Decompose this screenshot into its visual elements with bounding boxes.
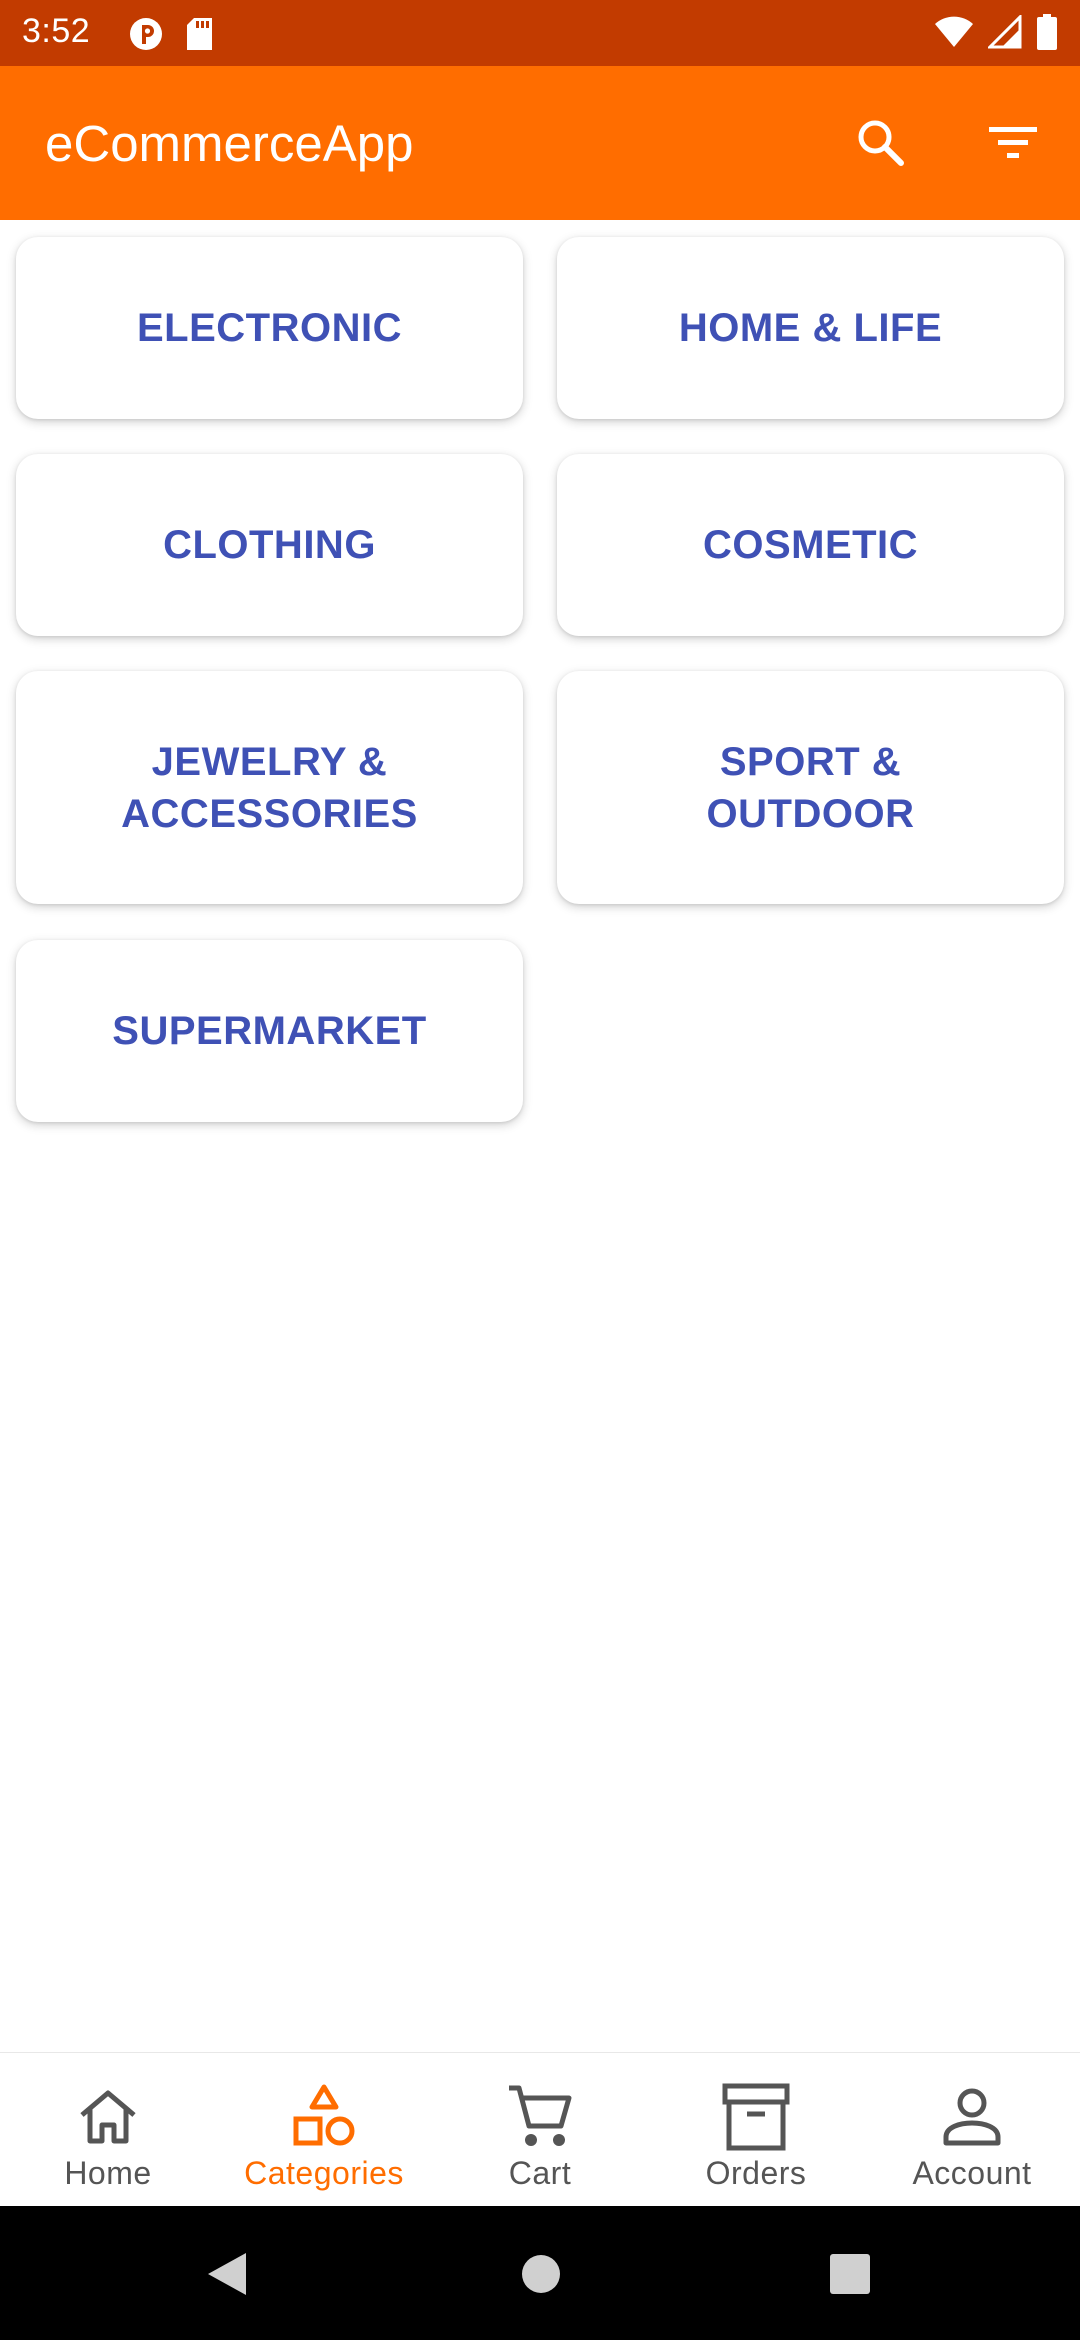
account-icon xyxy=(940,2081,1004,2153)
category-label: HOME & LIFE xyxy=(678,306,943,350)
filter-button[interactable] xyxy=(978,110,1048,180)
status-left-icons xyxy=(128,16,214,57)
app-bar: eCommerceApp xyxy=(0,66,1080,220)
nav-item-cart[interactable]: Cart xyxy=(432,2053,648,2207)
nav-item-categories[interactable]: Categories xyxy=(216,2053,432,2207)
nav-label: Orders xyxy=(705,2155,807,2191)
orders-icon xyxy=(721,2081,791,2153)
signal-icon xyxy=(986,13,1022,54)
back-icon xyxy=(202,2249,250,2304)
recents-square-icon xyxy=(828,2252,872,2301)
nav-label: Cart xyxy=(508,2155,572,2191)
category-label: SUPERMARKET xyxy=(112,1009,427,1053)
bottom-navigation: Home Categories Cart Orders Account xyxy=(0,2052,1080,2207)
category-label: CLOTHING xyxy=(163,523,376,567)
category-card-sport-outdoor[interactable]: SPORT & OUTDOOR xyxy=(557,671,1064,904)
nav-item-orders[interactable]: Orders xyxy=(648,2053,864,2207)
category-label: JEWELRY & ACCESSORIES xyxy=(121,739,418,836)
screen: 3:52 eCommerceApp ELECTRONIC HOME & LIFE… xyxy=(0,0,1080,2340)
search-button[interactable] xyxy=(846,110,916,180)
status-bar: 3:52 xyxy=(0,0,1080,66)
search-icon xyxy=(853,115,909,176)
cart-icon xyxy=(505,2081,575,2153)
filter-icon xyxy=(985,115,1041,176)
category-label: COSMETIC xyxy=(702,523,919,567)
category-card-jewelry-accessories[interactable]: JEWELRY & ACCESSORIES xyxy=(16,671,523,904)
category-card-supermarket[interactable]: SUPERMARKET xyxy=(16,940,523,1122)
home-icon xyxy=(76,2081,140,2153)
nav-label: Account xyxy=(912,2155,1032,2191)
category-card-clothing[interactable]: CLOTHING xyxy=(16,454,523,636)
battery-icon xyxy=(1036,14,1058,55)
back-button[interactable] xyxy=(196,2246,256,2306)
status-right-icons xyxy=(934,13,1058,55)
recents-button[interactable] xyxy=(820,2246,880,2306)
app-title: eCommerceApp xyxy=(45,115,414,172)
nav-item-account[interactable]: Account xyxy=(864,2053,1080,2207)
home-system-button[interactable] xyxy=(511,2246,571,2306)
category-label: ELECTRONIC xyxy=(137,306,402,350)
nav-label: Categories xyxy=(244,2155,404,2191)
sd-card-icon xyxy=(186,17,214,56)
status-time: 3:52 xyxy=(22,12,91,50)
system-navigation-bar xyxy=(0,2206,1080,2340)
categories-icon xyxy=(290,2081,358,2153)
nav-label: Home xyxy=(64,2155,152,2191)
app-notification-icon xyxy=(128,16,164,57)
home-circle-icon xyxy=(519,2252,563,2301)
category-card-electronic[interactable]: ELECTRONIC xyxy=(16,237,523,419)
category-label: SPORT & OUTDOOR xyxy=(706,739,915,836)
nav-item-home[interactable]: Home xyxy=(0,2053,216,2207)
category-card-home-life[interactable]: HOME & LIFE xyxy=(557,237,1064,419)
category-card-cosmetic[interactable]: COSMETIC xyxy=(557,454,1064,636)
wifi-icon xyxy=(934,15,974,54)
